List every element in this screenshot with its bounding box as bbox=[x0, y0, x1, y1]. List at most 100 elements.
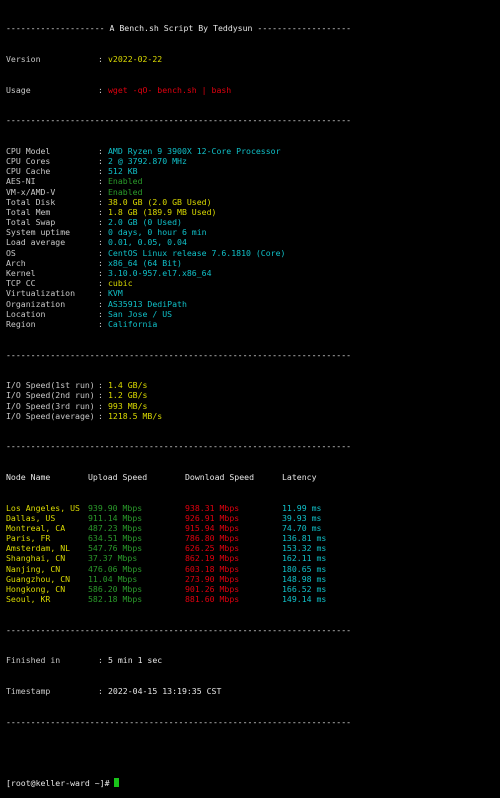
download-speed-cell: 901.26 Mbps bbox=[185, 584, 240, 594]
terminal-window[interactable]: -------------------- A Bench.sh Script B… bbox=[0, 0, 500, 787]
latency-cell: 148.98 ms bbox=[282, 573, 327, 584]
io-speed-label: I/O Speed(1st run) bbox=[6, 380, 95, 391]
upload-speed-cell: 586.20 Mbps bbox=[88, 584, 143, 594]
latency-cell: 11.99 ms bbox=[282, 502, 322, 513]
system-info-row: TCP CC: cubic bbox=[6, 278, 133, 289]
divider: ----------------------------------------… bbox=[6, 349, 352, 360]
system-info-value: 0 days, 0 hour 6 min bbox=[108, 227, 207, 238]
system-info-label: Total Mem bbox=[6, 206, 51, 217]
system-info-label: Location bbox=[6, 308, 46, 319]
io-speed-row: I/O Speed(2nd run): 1.2 GB/s bbox=[6, 390, 148, 401]
version-label: Version bbox=[6, 54, 41, 64]
upload-speed-cell: 37.37 Mbps bbox=[88, 553, 138, 564]
system-info-row: OS: CentOS Linux release 7.6.1810 (Core) bbox=[6, 247, 286, 258]
download-speed-cell: 862.19 Mbps bbox=[185, 553, 240, 564]
system-info-value: cubic bbox=[108, 278, 133, 289]
system-info-value: 38.0 GB (2.0 GB Used) bbox=[108, 196, 212, 207]
table-row: Guangzhou, CN 11.04 Mbps 273.90 Mbps 148.98… bbox=[6, 574, 500, 584]
system-info-label: Total Disk bbox=[6, 196, 56, 207]
io-speed-value: 993 MB/s bbox=[108, 400, 148, 411]
upload-speed-cell: 487.23 Mbps bbox=[88, 522, 143, 533]
system-info-label: CPU Model bbox=[6, 145, 51, 156]
system-info-label: VM-x/AMD-V bbox=[6, 186, 56, 197]
banner-line: -------------------- A Bench.sh Script B… bbox=[6, 23, 352, 34]
node-name-cell: Amsterdam, NL bbox=[6, 543, 71, 554]
system-info-label: OS bbox=[6, 247, 16, 258]
table-row: Montreal, CA 487.23 Mbps 915.94 Mbps 74.70 … bbox=[6, 523, 500, 533]
node-name-cell: Seoul, KR bbox=[6, 594, 51, 605]
system-info-row: Total Mem: 1.8 GB (189.9 MB Used) bbox=[6, 206, 217, 217]
download-speed-cell: 938.31 Mbps bbox=[185, 502, 240, 513]
system-info-value: AS35913 DediPath bbox=[108, 298, 187, 309]
download-speed-cell: 881.60 Mbps bbox=[185, 594, 240, 605]
io-speed-label: I/O Speed(3rd run) bbox=[6, 400, 95, 411]
version-row: Version: v2022-02-22 bbox=[6, 54, 163, 64]
system-info-row: AES-NI: Enabled bbox=[6, 176, 143, 187]
io-speed-value: 1218.5 MB/s bbox=[108, 410, 163, 421]
divider: ----------------------------------------… bbox=[6, 115, 352, 126]
speed-table: Los Angeles, US 939.90 Mbps 938.31 Mbps 11.… bbox=[6, 503, 500, 605]
io-speed-row: I/O Speed(average): 1218.5 MB/s bbox=[6, 410, 163, 421]
system-info-row: Organization: AS35913 DediPath bbox=[6, 298, 187, 309]
node-name-cell: Montreal, CA bbox=[6, 522, 66, 533]
upload-speed-cell: 476.06 Mbps bbox=[88, 563, 143, 574]
system-info-row: Arch: x86_64 (64 Bit) bbox=[6, 257, 182, 268]
system-info-row: Kernel: 3.10.0-957.el7.x86_64 bbox=[6, 268, 212, 279]
system-info-row: CPU Cores: 2 @ 3792.870 MHz bbox=[6, 155, 187, 166]
header-node-name: Node Name bbox=[6, 471, 51, 482]
system-info-row: VM-x/AMD-V: Enabled bbox=[6, 186, 143, 197]
usage-row: Usage: wget -qO- bench.sh | bash bbox=[6, 84, 232, 95]
system-info-value: 512 KB bbox=[108, 166, 138, 177]
system-info-row: Virtualization: KVM bbox=[6, 288, 123, 299]
system-info-label: AES-NI bbox=[6, 176, 36, 187]
upload-speed-cell: 911.14 Mbps bbox=[88, 512, 143, 523]
system-info-block: CPU Model: AMD Ryzen 9 3900X 12-Core Pro… bbox=[6, 146, 500, 329]
shell-prompt: [root@keller-ward ~]# bbox=[6, 777, 110, 788]
latency-cell: 136.81 ms bbox=[282, 533, 327, 544]
system-info-value: CentOS Linux release 7.6.1810 (Core) bbox=[108, 247, 286, 258]
download-speed-cell: 926.91 Mbps bbox=[185, 512, 240, 523]
header-upload-speed: Upload Speed bbox=[88, 471, 148, 482]
download-speed-cell: 786.80 Mbps bbox=[185, 533, 240, 544]
table-row: Hongkong, CN 586.20 Mbps 901.26 Mbps 166.52… bbox=[6, 584, 500, 594]
io-speed-row: I/O Speed(1st run): 1.4 GB/s bbox=[6, 380, 148, 391]
download-speed-cell: 273.90 Mbps bbox=[185, 573, 240, 584]
divider: ----------------------------------------… bbox=[6, 624, 352, 635]
timestamp-label: Timestamp bbox=[6, 685, 51, 696]
system-info-value: California bbox=[108, 318, 158, 329]
system-info-value: x86_64 (64 Bit) bbox=[108, 257, 182, 268]
system-info-row: Region: California bbox=[6, 318, 158, 329]
table-row: Nanjing, CN 476.06 Mbps 603.18 Mbps 180.65 … bbox=[6, 564, 500, 574]
system-info-row: CPU Cache: 512 KB bbox=[6, 166, 138, 177]
node-name-cell: Los Angeles, US bbox=[6, 502, 80, 513]
speed-table-header: Node Name Upload Speed Download Speed Laten… bbox=[6, 472, 500, 482]
system-info-value: Enabled bbox=[108, 186, 143, 197]
node-name-cell: Guangzhou, CN bbox=[6, 573, 71, 584]
system-info-value: 2.0 GB (0 Used) bbox=[108, 217, 182, 228]
latency-cell: 166.52 ms bbox=[282, 584, 327, 594]
table-row: Paris, FR 634.51 Mbps 786.80 Mbps 136.81 ms bbox=[6, 533, 500, 543]
divider: ----------------------------------------… bbox=[6, 441, 352, 452]
system-info-value: 0.01, 0.05, 0.04 bbox=[108, 237, 187, 248]
system-info-row: Location: San Jose / US bbox=[6, 308, 173, 319]
system-info-value: Enabled bbox=[108, 176, 143, 187]
upload-speed-cell: 939.90 Mbps bbox=[88, 502, 143, 513]
system-info-label: CPU Cache bbox=[6, 166, 51, 177]
system-info-label: Kernel bbox=[6, 268, 36, 279]
system-info-label: System uptime bbox=[6, 227, 71, 238]
header-latency: Latency bbox=[282, 471, 317, 482]
upload-speed-cell: 547.76 Mbps bbox=[88, 543, 143, 554]
download-speed-cell: 603.18 Mbps bbox=[185, 563, 240, 574]
system-info-label: Region bbox=[6, 318, 36, 329]
table-row: Shanghai, CN 37.37 Mbps 862.19 Mbps 162.11 … bbox=[6, 553, 500, 563]
system-info-value: San Jose / US bbox=[108, 308, 173, 319]
io-speed-value: 1.2 GB/s bbox=[108, 390, 148, 401]
table-row: Seoul, KR 582.18 Mbps 881.60 Mbps 149.14 ms bbox=[6, 594, 500, 604]
download-speed-cell: 626.25 Mbps bbox=[185, 543, 240, 554]
usage-label: Usage bbox=[6, 84, 31, 95]
shell-prompt-line[interactable]: [root@keller-ward ~]# bbox=[6, 777, 500, 788]
io-speed-row: I/O Speed(3rd run): 993 MB/s bbox=[6, 400, 148, 411]
system-info-row: System uptime: 0 days, 0 hour 6 min bbox=[6, 227, 207, 238]
node-name-cell: Shanghai, CN bbox=[6, 553, 66, 564]
io-speed-block: I/O Speed(1st run): 1.4 GB/s I/O Speed(2n… bbox=[6, 380, 500, 421]
